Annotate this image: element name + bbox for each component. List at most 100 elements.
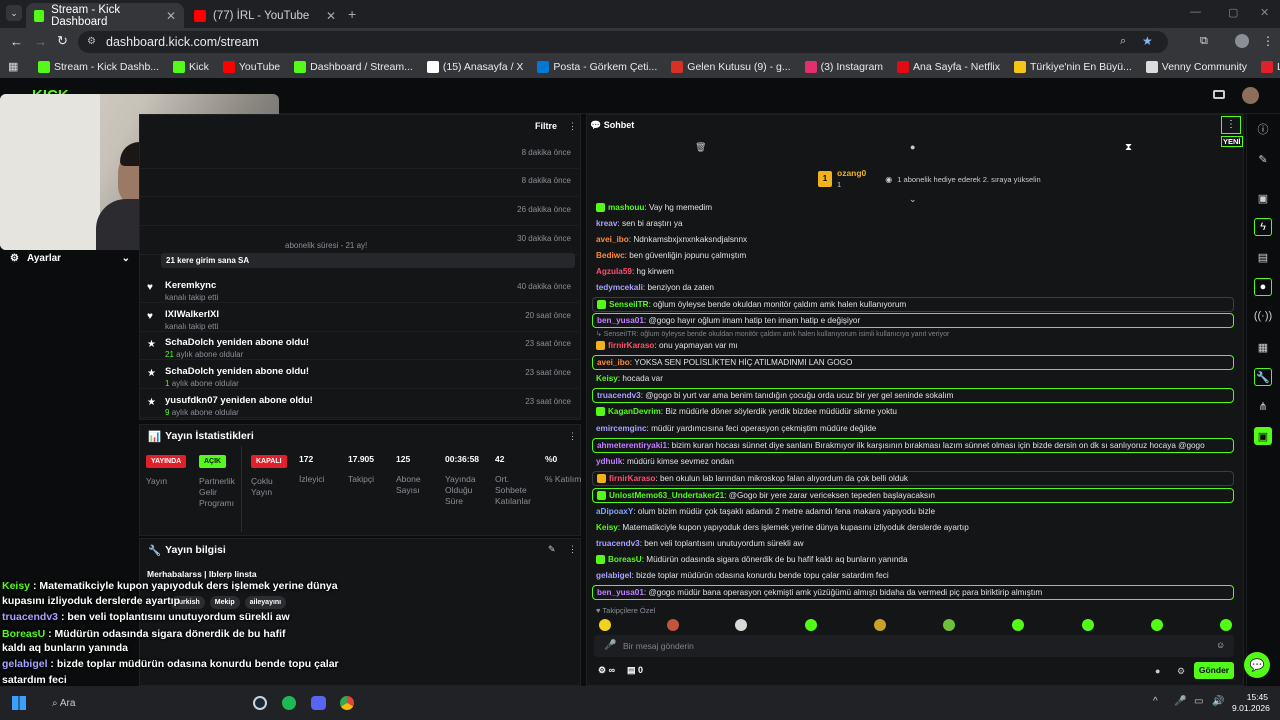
discord-icon[interactable] xyxy=(311,696,326,710)
tag-chip[interactable]: Mekip xyxy=(209,596,240,609)
tag-chip[interactable]: aileyayını xyxy=(244,596,287,609)
tab-youtube[interactable]: (77) İRL - YouTube ✕ xyxy=(186,3,344,28)
emote-icon[interactable] xyxy=(1220,619,1232,631)
chat-username[interactable]: mashouu xyxy=(608,203,644,212)
tab-kick-dashboard[interactable]: Stream - Kick Dashboard ✕ xyxy=(26,3,184,28)
pencil-icon[interactable]: ✎ xyxy=(1254,150,1272,168)
emote-icon[interactable] xyxy=(1082,619,1094,631)
windows-start-icon[interactable] xyxy=(12,696,26,710)
chat-username[interactable]: Keisy xyxy=(596,374,618,383)
tab-search-button[interactable]: ⌄ xyxy=(6,5,22,21)
chat-rail-icon[interactable]: ● xyxy=(1254,278,1272,296)
site-info-icon[interactable]: ⚙ xyxy=(87,36,96,47)
taskbar-search[interactable]: ⌕ Ara xyxy=(52,698,75,709)
wrench-rail-icon[interactable]: 🔧 xyxy=(1254,368,1272,386)
chat-menu-button[interactable]: ⋮ xyxy=(1221,116,1241,134)
bookmark-item[interactable]: (15) Anasayfa / X xyxy=(426,61,523,73)
emoji-icon[interactable]: ☺ xyxy=(1216,640,1225,650)
chat-username[interactable]: firnirKaraso xyxy=(608,341,654,350)
emote-icon[interactable] xyxy=(735,619,747,631)
chat-users-icon[interactable]: ● xyxy=(1155,666,1160,676)
filter-button[interactable]: Filtre xyxy=(535,121,557,131)
bookmark-item[interactable]: (3) Instagram xyxy=(804,61,883,73)
user-avatar[interactable] xyxy=(1242,87,1259,104)
reload-icon[interactable]: ↻ xyxy=(57,33,68,49)
chat-settings-icon[interactable]: ⚙ xyxy=(1177,666,1185,677)
edit-icon[interactable]: ✎ xyxy=(548,544,556,555)
settings-nav-item[interactable]: ⚙ Ayarlar ⌄ xyxy=(10,251,130,265)
chat-username[interactable]: ahmeterentiryaki1 xyxy=(597,441,667,450)
mic-icon[interactable]: 🎤 xyxy=(604,640,616,651)
panel-menu-icon[interactable]: ⋮ xyxy=(568,121,577,132)
stream-info-menu-icon[interactable]: ⋮ xyxy=(568,544,577,555)
chat-input[interactable]: 🎤 Bir mesaj gönderin ☺ xyxy=(594,635,1234,657)
chat-username[interactable]: Agzula59 xyxy=(596,267,632,276)
tray-mic-icon[interactable]: 🎤 xyxy=(1174,696,1186,707)
bookmark-item[interactable]: Venny Community xyxy=(1145,61,1247,73)
new-tab-button[interactable]: + xyxy=(348,6,356,22)
emote-icon[interactable] xyxy=(874,619,886,631)
broadcast-icon[interactable]: ((·)) xyxy=(1254,307,1272,325)
send-button[interactable]: Gönder xyxy=(1194,662,1234,679)
apps-grid-icon[interactable]: ▦ xyxy=(8,60,18,73)
minimize-icon[interactable]: — xyxy=(1190,6,1201,18)
forward-icon[interactable]: → xyxy=(34,34,47,49)
stats-menu-icon[interactable]: ⋮ xyxy=(568,431,577,442)
file-icon[interactable]: ▤ xyxy=(1254,248,1272,266)
bookmark-item[interactable]: Türkiye'nin En Büyü... xyxy=(1013,61,1132,73)
chat-username[interactable]: avei_ibo xyxy=(597,358,630,367)
extensions-icon[interactable]: ⧉ xyxy=(1200,35,1208,48)
emote-icon[interactable] xyxy=(667,619,679,631)
chat-options-icon[interactable]: ● xyxy=(910,142,915,152)
steam-icon[interactable] xyxy=(253,696,267,710)
chat-username[interactable]: firnirKaraso xyxy=(609,474,655,483)
info-icon[interactable]: ⓘ xyxy=(1254,120,1272,138)
chat-username[interactable]: tedymcekali xyxy=(596,283,643,292)
close-tab-icon[interactable]: ✕ xyxy=(166,9,176,23)
tray-volume-icon[interactable]: 🔊 xyxy=(1212,696,1224,707)
chat-username[interactable]: avei_ibo xyxy=(596,235,629,244)
extension-icon[interactable]: ▣ xyxy=(1254,427,1272,445)
bookmark-item[interactable]: Posta - Görkem Çeti... xyxy=(537,61,657,73)
chat-username[interactable]: kreav xyxy=(596,219,617,228)
chat-username[interactable]: ben_yusa01 xyxy=(597,588,644,597)
address-bar[interactable]: ⚙ dashboard.kick.com/stream ⌕ ★ xyxy=(78,31,1168,53)
hourglass-icon[interactable]: ⧗ xyxy=(1125,142,1132,153)
bookmark-item[interactable]: Gelen Kutusu (9) - g... xyxy=(671,61,791,73)
bookmark-item[interactable]: Lifeinvader - VennyV xyxy=(1261,61,1280,73)
chat-username[interactable]: Bediwc xyxy=(596,251,625,260)
share-icon[interactable]: ⋔ xyxy=(1254,397,1272,415)
tray-network-icon[interactable]: ▭ xyxy=(1194,696,1203,707)
chat-username[interactable]: Keisy xyxy=(596,523,618,532)
emote-icon[interactable] xyxy=(805,619,817,631)
close-window-icon[interactable]: ✕ xyxy=(1260,6,1269,19)
menu-icon[interactable]: ⋮ xyxy=(1262,34,1274,48)
chat-username[interactable]: SenseiITR xyxy=(609,300,649,309)
trash-icon[interactable]: 🗑 xyxy=(695,142,706,153)
emote-icon[interactable] xyxy=(599,619,611,631)
chat-username[interactable]: emircemginc xyxy=(596,424,647,433)
maximize-icon[interactable]: ▢ xyxy=(1228,6,1238,19)
bookmark-item[interactable]: Ana Sayfa - Netflix xyxy=(897,61,1000,73)
camera-icon[interactable]: ▣ xyxy=(1254,189,1272,207)
emote-icon[interactable] xyxy=(943,619,955,631)
emote-icon[interactable] xyxy=(1151,619,1163,631)
tools-icon[interactable]: ▦ xyxy=(1254,338,1272,356)
zoom-icon[interactable]: ⌕ xyxy=(1120,35,1126,48)
bolt-icon[interactable]: ϟ xyxy=(1254,218,1272,236)
clock[interactable]: 15:45 9.01.2026 xyxy=(1232,692,1270,714)
chat-username[interactable]: truacendv3 xyxy=(596,539,640,548)
chrome-icon[interactable] xyxy=(340,696,354,710)
chat-username[interactable]: UnlostMemo63_Undertaker21 xyxy=(609,491,724,500)
close-tab-icon[interactable]: ✕ xyxy=(326,9,336,23)
chat-username[interactable]: ben_yusa01 xyxy=(597,316,644,325)
chat-username[interactable]: BoreasU xyxy=(608,555,642,564)
emote-icon[interactable] xyxy=(1012,619,1024,631)
bookmark-item[interactable]: Stream - Kick Dashb... xyxy=(38,61,159,73)
chat-username[interactable]: ydhulk xyxy=(596,457,622,466)
chat-username[interactable]: truacendv3 xyxy=(597,391,641,400)
chat-username[interactable]: gelabigel xyxy=(596,571,632,580)
profile-avatar[interactable] xyxy=(1235,34,1249,48)
spotify-icon[interactable] xyxy=(282,696,296,710)
tray-up-icon[interactable]: ^ xyxy=(1153,696,1158,707)
